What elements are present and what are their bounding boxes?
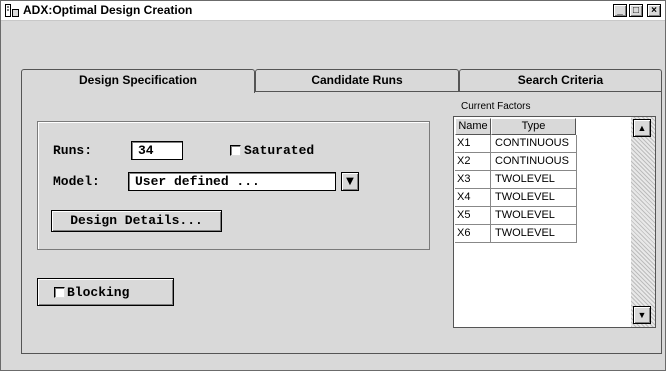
scroll-up-button[interactable]: ▲ xyxy=(633,119,651,137)
factor-name: X3 xyxy=(455,171,491,189)
minimize-icon: _ xyxy=(617,5,623,16)
column-header-name[interactable]: Name xyxy=(455,118,491,135)
maximize-icon: □ xyxy=(632,5,640,16)
tab-candidate-runs[interactable]: Candidate Runs xyxy=(255,69,459,92)
tab-label: Design Specification xyxy=(78,73,198,87)
factor-type: CONTINUOUS xyxy=(491,135,577,153)
window-title: ADX:Optimal Design Creation xyxy=(23,3,193,17)
factor-type: TWOLEVEL xyxy=(491,225,577,243)
scroll-down-button[interactable]: ▼ xyxy=(633,306,651,324)
model-label: Model: xyxy=(53,174,100,189)
app-window: ADX:Optimal Design Creation _ □ × Design… xyxy=(0,0,666,371)
design-details-button[interactable]: Design Details... xyxy=(51,210,222,232)
factor-name: X6 xyxy=(455,225,491,243)
runs-label: Runs: xyxy=(53,143,93,158)
blocking-label: Blocking xyxy=(67,285,130,300)
factor-type: TWOLEVEL xyxy=(491,171,577,189)
scroll-down-icon: ▼ xyxy=(637,310,647,320)
app-icon xyxy=(5,4,19,17)
factor-name: X2 xyxy=(455,153,491,171)
factor-type: CONTINUOUS xyxy=(491,153,577,171)
factor-type: TWOLEVEL xyxy=(491,207,577,225)
factor-name: X4 xyxy=(455,189,491,207)
blocking-checkbox[interactable] xyxy=(54,287,65,298)
vertical-scrollbar[interactable] xyxy=(631,117,655,327)
factor-name: X5 xyxy=(455,207,491,225)
runs-input[interactable]: 34 xyxy=(131,141,183,160)
maximize-button[interactable]: □ xyxy=(629,4,643,17)
saturated-checkbox[interactable] xyxy=(230,145,241,156)
tab-design-specification[interactable]: Design Specification xyxy=(21,69,255,93)
title-bar[interactable]: ADX:Optimal Design Creation _ □ × xyxy=(1,1,665,21)
chevron-down-icon: ▼ xyxy=(346,176,354,187)
factors-list[interactable]: Name Type X1 CONTINUOUS X2 CONTINUOUS X3… xyxy=(453,116,656,328)
model-select[interactable]: User defined ... xyxy=(128,172,336,191)
scroll-up-icon: ▲ xyxy=(637,123,647,133)
factor-name: X1 xyxy=(455,135,491,153)
close-icon: × xyxy=(651,5,657,16)
minimize-button[interactable]: _ xyxy=(613,4,627,17)
factor-type: TWOLEVEL xyxy=(491,189,577,207)
saturated-label: Saturated xyxy=(244,143,315,158)
close-button[interactable]: × xyxy=(647,4,661,17)
tab-label: Search Criteria xyxy=(517,73,604,87)
blocking-toggle[interactable]: Blocking xyxy=(37,278,174,306)
tab-label: Candidate Runs xyxy=(311,73,403,87)
column-header-type[interactable]: Type xyxy=(491,118,576,135)
current-factors-title: Current Factors xyxy=(461,101,531,112)
tab-search-criteria[interactable]: Search Criteria xyxy=(459,69,662,92)
model-dropdown-button[interactable]: ▼ xyxy=(341,172,359,191)
